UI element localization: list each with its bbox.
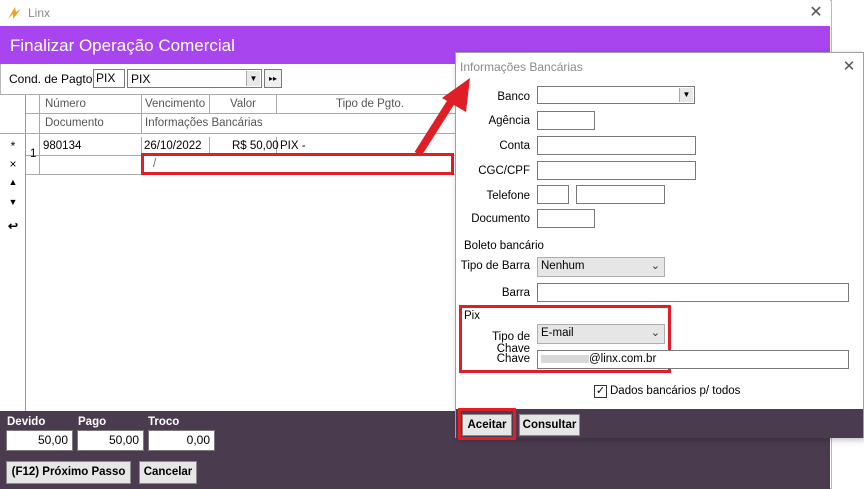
redacted-text: [541, 354, 589, 363]
col-header-info-bancarias: Informações Bancárias: [145, 117, 263, 129]
chevron-down-icon: ⌄: [650, 260, 660, 272]
dialog-footer: [456, 409, 863, 438]
row-number: 1: [30, 148, 37, 160]
col-header-vencimento: Vencimento: [145, 98, 206, 110]
highlight-aceitar: [458, 408, 516, 440]
chave-label: Chave: [496, 353, 530, 365]
move-down-icon[interactable]: ▼: [6, 197, 20, 207]
documento-input[interactable]: [537, 209, 595, 228]
close-dialog-icon[interactable]: ✕: [839, 57, 859, 77]
barra-label: Barra: [501, 287, 530, 299]
pago-field[interactable]: 50,00: [77, 430, 144, 451]
dialog-title: Informações Bancárias: [460, 60, 583, 74]
tipo-barra-select[interactable]: Nenhum ⌄: [537, 257, 665, 277]
close-window-icon[interactable]: ✕: [806, 3, 826, 23]
cell-tipo-pgto[interactable]: PIX -: [280, 140, 306, 152]
cell-valor[interactable]: R$ 50,00: [232, 140, 279, 152]
chave-input[interactable]: @linx.com.br: [537, 350, 849, 369]
annotation-arrow-icon: [414, 78, 470, 157]
grid-divider: [276, 94, 277, 113]
grid-divider: [141, 94, 142, 113]
troco-label: Troco: [148, 416, 180, 428]
app-title: Linx: [28, 6, 51, 20]
chave-value: @linx.com.br: [589, 353, 657, 365]
barra-input[interactable]: [537, 283, 849, 302]
col-header-tipo-pgto: Tipo de Pgto.: [336, 98, 404, 110]
dados-todos-checkbox[interactable]: ✓: [594, 385, 607, 398]
agencia-input[interactable]: [537, 111, 595, 130]
tipo-barra-label: Tipo de Barra: [460, 260, 530, 272]
tipo-chave-value: E-mail: [541, 327, 574, 339]
col-header-documento: Documento: [45, 117, 104, 129]
tipo-chave-select[interactable]: E-mail ⌄: [537, 324, 665, 344]
new-row-icon[interactable]: *: [6, 139, 20, 153]
grid-divider: [209, 94, 210, 113]
consultar-button[interactable]: Consultar: [519, 414, 580, 436]
telefone-ddd-input[interactable]: [537, 185, 569, 204]
bank-info-dialog: Informações Bancárias ✕ Banco ▼ Agência …: [455, 52, 864, 440]
cond-pagto-select-value: PIX: [131, 72, 151, 86]
chevron-down-icon: ⌄: [650, 327, 660, 339]
conta-input[interactable]: [537, 136, 696, 155]
troco-field: 0,00: [148, 430, 215, 451]
banco-select[interactable]: ▼: [537, 86, 695, 104]
cancel-button[interactable]: Cancelar: [139, 461, 197, 484]
cgc-cpf-input[interactable]: [537, 161, 696, 180]
devido-field: 50,00: [6, 430, 73, 451]
cond-pagto-code-input[interactable]: PIX: [93, 69, 125, 88]
documento-label: Documento: [471, 213, 530, 225]
move-up-icon[interactable]: ▲: [6, 177, 20, 187]
delete-row-icon[interactable]: ×: [6, 157, 20, 171]
grid-divider: [39, 94, 40, 174]
chevron-down-icon[interactable]: ▼: [679, 88, 693, 102]
tipo-chave-label: Tipo de Chave: [492, 331, 530, 355]
linx-logo-icon: [8, 7, 21, 19]
col-header-numero: Número: [45, 98, 86, 110]
col-header-valor: Valor: [230, 98, 256, 110]
cell-vencimento[interactable]: 26/10/2022: [144, 140, 202, 152]
fast-forward-button[interactable]: ▸▸: [264, 69, 282, 88]
cond-pagto-select[interactable]: PIX ▼: [127, 69, 262, 88]
cell-numero[interactable]: 980134: [43, 140, 81, 152]
telefone-label: Telefone: [486, 190, 530, 202]
grid-divider: [0, 133, 458, 134]
title-bar: [0, 0, 830, 26]
next-step-button[interactable]: (F12) Próximo Passo: [6, 461, 131, 484]
pago-label: Pago: [78, 416, 107, 428]
grid-divider: [0, 94, 458, 95]
undo-icon[interactable]: ↩: [6, 219, 20, 233]
devido-label: Devido: [7, 416, 46, 428]
cgc-cpf-label: CGC/CPF: [478, 165, 530, 177]
dados-todos-label: Dados bancários p/ todos: [610, 385, 741, 397]
cond-pagto-label: Cond. de Pagto: [9, 72, 93, 86]
boleto-section-label: Boleto bancário: [464, 240, 544, 252]
page-title: Finalizar Operação Comercial: [10, 36, 235, 55]
telefone-input[interactable]: [576, 185, 665, 204]
pix-section-label: Pix: [464, 310, 480, 322]
chevron-down-icon[interactable]: ▼: [246, 71, 260, 86]
tipo-barra-value: Nenhum: [541, 260, 585, 272]
grid-divider: [141, 113, 142, 133]
grid-divider: [26, 113, 458, 114]
